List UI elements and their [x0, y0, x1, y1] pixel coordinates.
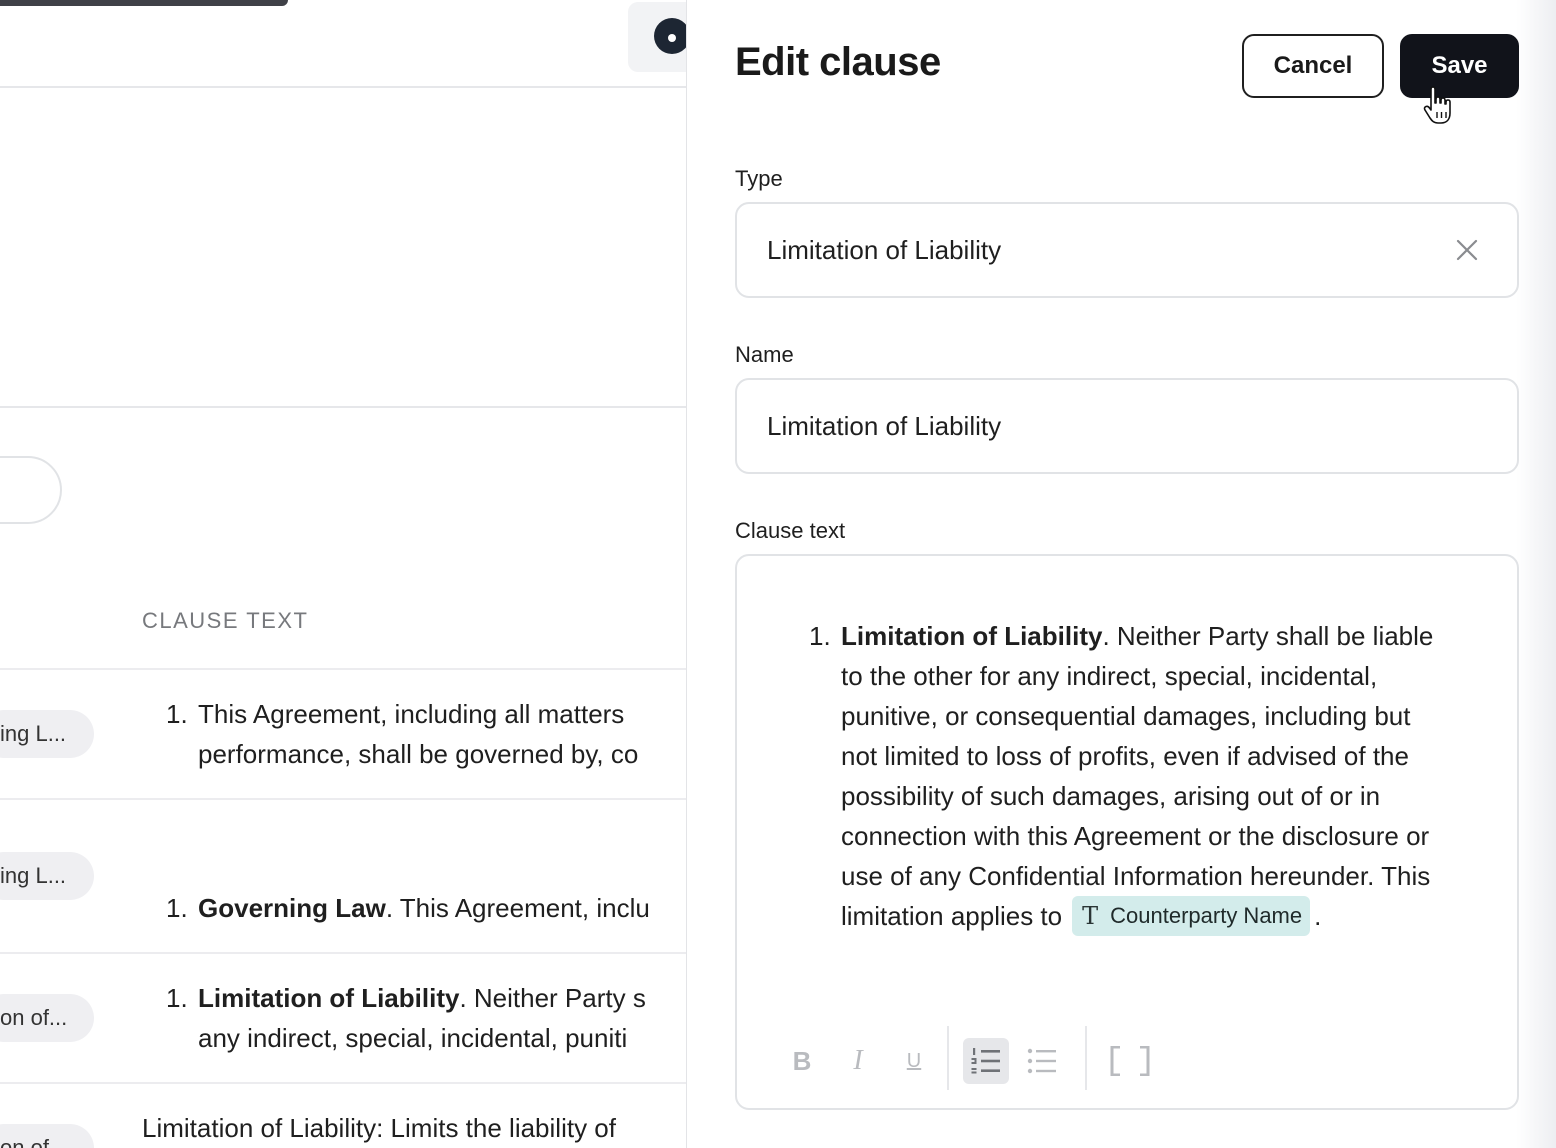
table-row-text: Limitation of Liability: Limits the liab… — [142, 1113, 616, 1143]
background-page: CLAUSE TEXT ing L... 1. This Agreement, … — [0, 0, 686, 1148]
bulleted-list-button[interactable] — [1019, 1038, 1065, 1084]
section-divider — [0, 406, 686, 408]
italic-button[interactable]: I — [835, 1038, 881, 1084]
type-chip[interactable]: ing L... — [0, 852, 94, 900]
type-chip[interactable]: on of... — [0, 994, 94, 1042]
row-divider — [0, 668, 686, 670]
type-chip[interactable]: on of... — [0, 1124, 94, 1148]
column-header-clause-text: CLAUSE TEXT — [142, 608, 309, 633]
numbered-list-icon — [971, 1048, 1000, 1074]
clause-text-label: Clause text — [735, 518, 846, 543]
type-label: Type — [735, 166, 783, 191]
clause-heading: Governing Law — [198, 893, 386, 923]
bold-button[interactable]: B — [779, 1038, 825, 1084]
drawer-title: Edit clause — [735, 40, 941, 84]
clause-heading: Limitation of Liability — [198, 983, 460, 1013]
clause-list-item[interactable]: 1. Limitation of Liability. Neither Part… — [809, 616, 1449, 938]
list-number: 1. — [809, 621, 831, 651]
italic-icon: I — [853, 1045, 863, 1076]
name-field[interactable]: Limitation of Liability — [735, 378, 1519, 474]
row-divider — [0, 798, 686, 800]
name-field-value: Limitation of Liability — [767, 411, 1002, 441]
list-number: 1. — [166, 983, 188, 1013]
search-input[interactable] — [0, 456, 62, 524]
toolbar-divider — [947, 1026, 949, 1090]
header-divider — [0, 86, 686, 88]
name-label: Name — [735, 342, 794, 367]
type-chip[interactable]: ing L... — [0, 710, 94, 758]
numbered-list-button[interactable] — [963, 1038, 1009, 1084]
table-row-text: This Agreement, including all matters — [198, 699, 625, 729]
table-row-text: any indirect, special, incidental, punit… — [198, 1023, 628, 1053]
clause-paragraph[interactable]: Limitation of Liability. Neither Party s… — [841, 616, 1449, 938]
editor-toolbar: B I U — [769, 1026, 1489, 1096]
toolbar-divider — [1085, 1026, 1087, 1090]
table-row-text: Governing Law. This Agreement, inclu — [198, 888, 650, 928]
top-progress-bar — [0, 0, 288, 6]
insert-variable-button[interactable] — [1107, 1038, 1153, 1084]
user-menu[interactable] — [628, 2, 686, 72]
edit-clause-drawer: Edit clause Cancel Save Type Limitation … — [686, 0, 1556, 1148]
bold-icon: B — [792, 1045, 812, 1076]
row-divider — [0, 952, 686, 954]
avatar[interactable] — [654, 18, 686, 54]
clause-body: . Neither Party s — [459, 983, 646, 1013]
table-row-text: performance, shall be governed by, co — [198, 739, 639, 769]
list-number: 1. — [166, 893, 188, 923]
clause-body: . Neither Party shall be liable to the o… — [841, 621, 1434, 931]
hand-pointer-cursor-icon — [1423, 86, 1451, 124]
type-select-value: Limitation of Liability — [767, 235, 1002, 265]
underline-button[interactable]: U — [891, 1038, 937, 1084]
bulleted-list-icon — [1027, 1048, 1056, 1074]
table-row-text: Limitation of Liability. Neither Party s — [198, 978, 646, 1018]
text-variable-icon: T — [1082, 902, 1099, 931]
clause-text-editor[interactable]: 1. Limitation of Liability. Neither Part… — [735, 554, 1519, 1110]
underline-icon: U — [906, 1049, 922, 1072]
clause-tail: . — [1314, 901, 1322, 931]
variable-chip-label: Counterparty Name — [1110, 903, 1303, 929]
cancel-button[interactable]: Cancel — [1242, 34, 1384, 98]
row-divider — [0, 1082, 686, 1084]
brackets-icon — [1110, 1046, 1150, 1076]
type-select[interactable]: Limitation of Liability — [735, 202, 1519, 298]
clause-heading: Limitation of Liability — [841, 621, 1103, 651]
save-button[interactable]: Save — [1400, 34, 1519, 98]
close-icon[interactable] — [1455, 238, 1479, 262]
clause-body: . This Agreement, inclu — [385, 893, 650, 923]
variable-chip[interactable]: T Counterparty Name — [1072, 896, 1311, 937]
list-number: 1. — [166, 699, 188, 729]
drawer-edge-shadow — [1516, 0, 1556, 1148]
